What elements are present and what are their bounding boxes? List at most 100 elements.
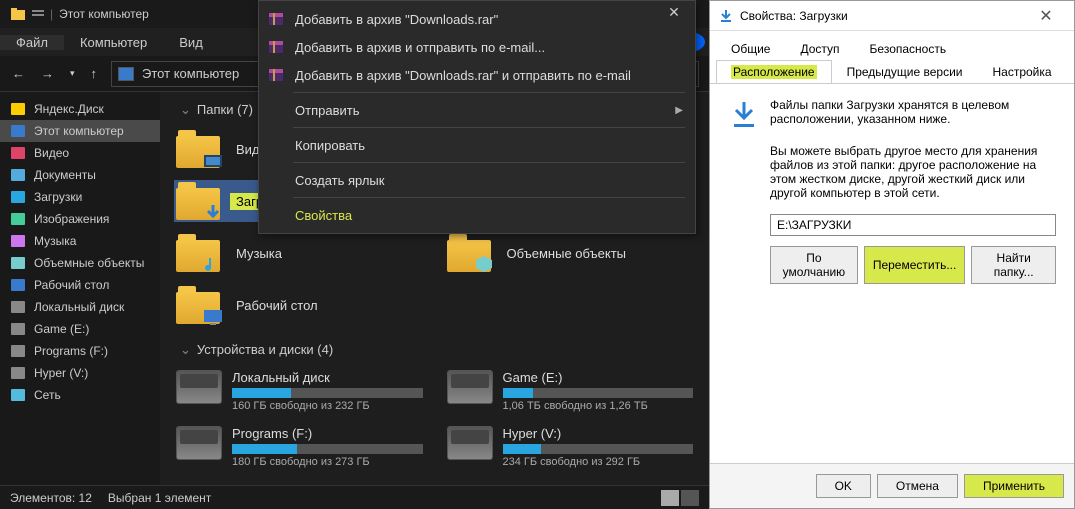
address-text: Этот компьютер (142, 66, 239, 81)
sidebar-item-7[interactable]: Объемные объекты (0, 252, 160, 274)
folder-label: Музыка (230, 245, 288, 262)
blank-icon (267, 206, 285, 224)
back-button[interactable]: ← (6, 62, 31, 85)
video-icon (202, 150, 224, 172)
dialog-title: Свойства: Загрузки (740, 9, 848, 23)
ctx-item-6[interactable]: Копировать (259, 131, 695, 159)
sidebar-item-1[interactable]: Этот компьютер (0, 120, 160, 142)
folder-label: Рабочий стол (230, 297, 324, 314)
recent-dropdown[interactable]: ▾ (64, 64, 81, 83)
drive-icon (176, 426, 222, 460)
drive-name: Programs (F:) (232, 426, 423, 441)
blank-icon (267, 171, 285, 189)
yandex-icon (10, 101, 26, 117)
drive-item-2[interactable]: Programs (F:) 180 ГБ свободно из 273 ГБ (174, 424, 425, 470)
ctx-item-0[interactable]: Добавить в архив "Downloads.rar" (259, 5, 695, 33)
folder-item-music[interactable]: Музыка (174, 232, 425, 274)
sidebar-item-label: Рабочий стол (34, 278, 109, 292)
drive-free-text: 234 ГБ свободно из 292 ГБ (503, 456, 694, 468)
properties-dialog: Свойства: Загрузки ✕ ОбщиеДоступБезопасн… (709, 0, 1075, 509)
ctx-item-1[interactable]: Добавить в архив и отправить по e-mail..… (259, 33, 695, 61)
ctx-item-10[interactable]: Свойства (259, 201, 695, 229)
view-toggle[interactable] (661, 490, 699, 506)
drive-icon (447, 370, 493, 404)
folder-item-desktop[interactable]: Рабочий стол (174, 284, 425, 326)
drive-item-1[interactable]: Game (E:) 1,06 ТБ свободно из 1,26 ТБ (445, 368, 696, 414)
dialog-close-icon[interactable]: ✕ (1026, 6, 1066, 26)
default-button[interactable]: По умолчанию (770, 246, 858, 284)
drive-free-text: 160 ГБ свободно из 232 ГБ (232, 400, 423, 412)
pc-icon (10, 123, 26, 139)
tab-Расположение[interactable]: Расположение (716, 60, 832, 83)
folder-item-3d[interactable]: Объемные объекты (445, 232, 696, 274)
ctx-item-4[interactable]: Отправить ▶ (259, 96, 695, 124)
image-icon (10, 211, 26, 227)
find-folder-button[interactable]: Найти папку... (971, 246, 1056, 284)
separator (293, 162, 685, 163)
sidebar-item-10[interactable]: Game (E:) (0, 318, 160, 340)
folder-icon (447, 234, 491, 272)
sidebar-item-4[interactable]: Загрузки (0, 186, 160, 208)
drive-item-0[interactable]: Локальный диск 160 ГБ свободно из 232 ГБ (174, 368, 425, 414)
disk-icon (10, 299, 26, 315)
tab-Безопасность[interactable]: Безопасность (855, 37, 962, 60)
download-icon (202, 202, 224, 224)
dialog-tabs: ОбщиеДоступБезопасность РасположениеПред… (710, 31, 1074, 84)
info-text-2: Вы можете выбрать другое место для хране… (770, 144, 1056, 200)
sidebar-item-5[interactable]: Изображения (0, 208, 160, 230)
sidebar-item-9[interactable]: Локальный диск (0, 296, 160, 318)
music-icon (202, 254, 224, 276)
apply-button[interactable]: Применить (964, 474, 1064, 498)
sidebar-item-2[interactable]: Видео (0, 142, 160, 164)
sidebar-item-label: Game (E:) (34, 322, 89, 336)
sidebar-item-11[interactable]: Programs (F:) (0, 340, 160, 362)
sidebar-item-13[interactable]: Сеть (0, 384, 160, 406)
ctx-label: Копировать (295, 138, 365, 153)
sidebar-item-3[interactable]: Документы (0, 164, 160, 186)
folder-icon (176, 182, 220, 220)
menu-computer[interactable]: Компьютер (64, 35, 163, 50)
ctx-item-8[interactable]: Создать ярлык (259, 166, 695, 194)
desktop-icon (10, 277, 26, 293)
cancel-button[interactable]: Отмена (877, 474, 958, 498)
sidebar-item-12[interactable]: Hyper (V:) (0, 362, 160, 384)
folder-icon (10, 6, 26, 22)
menu-view[interactable]: Вид (163, 35, 219, 50)
overflow-icon[interactable] (30, 6, 46, 22)
forward-button[interactable]: → (35, 62, 60, 85)
drive-item-3[interactable]: Hyper (V:) 234 ГБ свободно из 292 ГБ (445, 424, 696, 470)
ctx-label: Отправить (295, 103, 359, 118)
sidebar-item-label: Объемные объекты (34, 256, 144, 270)
info-text-1: Файлы папки Загрузки хранятся в целевом … (770, 98, 1056, 126)
sidebar-item-6[interactable]: Музыка (0, 230, 160, 252)
sidebar-item-8[interactable]: Рабочий стол (0, 274, 160, 296)
ctx-item-2[interactable]: Добавить в архив "Downloads.rar" и отпра… (259, 61, 695, 89)
sidebar-item-label: Hyper (V:) (34, 366, 88, 380)
disk-icon (10, 365, 26, 381)
drives-header[interactable]: ⌄Устройства и диски (4) (180, 342, 695, 358)
network-icon (10, 387, 26, 403)
move-button[interactable]: Переместить... (864, 246, 966, 284)
context-menu: ✕ Добавить в архив "Downloads.rar" Добав… (258, 0, 696, 234)
sidebar-item-0[interactable]: Яндекс.Диск (0, 98, 160, 120)
download-icon (10, 189, 26, 205)
status-count: Элементов: 12 (10, 491, 92, 505)
path-input[interactable] (770, 214, 1056, 236)
drive-usage-bar (503, 444, 694, 454)
folder-icon (176, 234, 220, 272)
drive-usage-bar (232, 388, 423, 398)
tab-Предыдущие версии[interactable]: Предыдущие версии (832, 60, 978, 83)
up-button[interactable]: ↑ (85, 62, 104, 85)
sidebar-item-label: Документы (34, 168, 96, 182)
details-view-icon[interactable] (661, 490, 679, 506)
sidebar-item-label: Видео (34, 146, 69, 160)
large-view-icon[interactable] (681, 490, 699, 506)
sidebar-item-label: Музыка (34, 234, 76, 248)
tab-Настройка[interactable]: Настройка (978, 60, 1067, 83)
ok-button[interactable]: OK (816, 474, 871, 498)
winrar-icon (267, 38, 285, 56)
menu-file[interactable]: Файл (0, 35, 64, 50)
tab-Доступ[interactable]: Доступ (785, 37, 854, 60)
tab-Общие[interactable]: Общие (716, 37, 785, 60)
disk-icon (10, 321, 26, 337)
